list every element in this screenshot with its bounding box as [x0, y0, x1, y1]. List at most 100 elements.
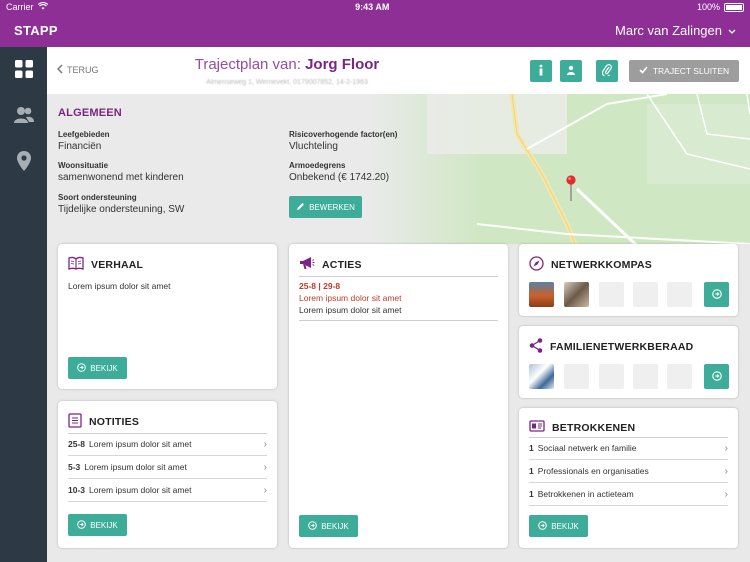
client-name: Jorg Floor	[305, 56, 380, 73]
note-row[interactable]: 10-3 Lorem ipsum dolor sit amet ›	[68, 479, 267, 502]
chevron-down-icon	[728, 23, 736, 38]
field-risicofactoren: Risicoverhogende factor(en) Vluchteling	[289, 130, 397, 152]
note-row-text: 5-3 Lorem ipsum dolor sit amet	[68, 462, 187, 472]
field-label: Soort ondersteuning	[58, 193, 137, 202]
field-label: Woonsituatie	[58, 161, 109, 170]
note-row-text: 10-3 Lorem ipsum dolor sit amet	[68, 485, 192, 495]
note-row[interactable]: 5-3 Lorem ipsum dolor sit amet ›	[68, 456, 267, 479]
user-menu[interactable]: Marc van Zalingen	[615, 23, 736, 38]
chevron-right-icon: ›	[263, 461, 267, 473]
empty-slot	[667, 364, 692, 389]
story-card-header: VERHAAL	[68, 256, 143, 273]
empty-slot	[599, 282, 624, 307]
edit-button[interactable]: BEWERKEN	[289, 196, 362, 218]
user-name: Marc van Zalingen	[615, 23, 722, 38]
note-date: 25-8	[68, 439, 86, 449]
close-trajectory-button[interactable]: TRAJECT SLUITEN	[629, 60, 739, 82]
actions-divider	[299, 320, 498, 321]
field-label: Armoedegrens	[289, 161, 346, 170]
field-woonsituatie: Woonsituatie samenwonend met kinderen	[58, 161, 184, 183]
users-icon	[13, 106, 35, 126]
stakeholders-card: BETROKKENEN 1 Sociaal netwerk en familie …	[519, 408, 738, 548]
pencil-icon	[296, 202, 305, 213]
nav-location[interactable]	[0, 139, 47, 185]
edit-label: BEWERKEN	[309, 202, 355, 212]
network-compass-open-button[interactable]	[704, 282, 729, 307]
note-row[interactable]: 25-8 Lorem ipsum dolor sit amet ›	[68, 433, 267, 456]
empty-slot	[564, 364, 589, 389]
battery-icon	[723, 2, 744, 12]
empty-slot	[667, 282, 692, 307]
arrow-circle-icon	[77, 519, 87, 531]
arrow-circle-icon	[77, 362, 87, 374]
note-date: 5-3	[68, 462, 81, 472]
notes-title: NOTITIES	[89, 416, 140, 428]
attachment-button[interactable]	[596, 60, 618, 82]
stakeholder-group: Sociaal netwerk en familie	[537, 443, 637, 453]
battery-percent: 100%	[696, 2, 720, 12]
notes-card: NOTITIES 25-8 Lorem ipsum dolor sit amet …	[58, 401, 277, 548]
arrow-circle-icon	[308, 520, 318, 532]
info-icon	[536, 64, 546, 78]
actions-view-label: BEKIJK	[321, 521, 349, 531]
nav-people[interactable]	[0, 93, 47, 139]
family-council-card: FAMILIENETWERKBERAAD	[519, 326, 738, 398]
wifi-icon	[37, 2, 48, 12]
client-address: Almenseweg 1, Wernevekt, 0179007852, 14-…	[206, 79, 368, 86]
id-card-icon	[529, 420, 545, 435]
family-council-header: FAMILIENETWERKBERAAD	[529, 338, 693, 356]
empty-slot	[633, 364, 658, 389]
stakeholders-view-button[interactable]: BEKIJK	[529, 515, 588, 537]
photo-thumbnail[interactable]	[564, 282, 589, 307]
action-item-overdue[interactable]: Lorem ipsum dolor sit amet	[299, 293, 402, 303]
story-view-label: BEKIJK	[90, 363, 118, 373]
top-bar: Carrier 9:43 AM 100% STAPP Marc van Zali…	[0, 0, 750, 47]
field-leefgebieden: Leefgebieden Financiën	[58, 130, 110, 152]
side-nav	[0, 47, 47, 562]
field-value: Vluchteling	[289, 141, 338, 152]
network-compass-header: NETWERKKOMPAS	[529, 256, 652, 274]
photo-thumbnail[interactable]	[529, 282, 554, 307]
field-label: Risicoverhogende factor(en)	[289, 130, 398, 139]
stakeholder-row[interactable]: 1 Professionals en organisaties ›	[529, 460, 728, 483]
story-view-button[interactable]: BEKIJK	[68, 357, 127, 379]
info-button[interactable]	[530, 60, 552, 82]
action-date-range: 25-8 | 29-8	[299, 281, 341, 291]
actions-title: ACTIES	[322, 258, 362, 271]
stakeholder-count: 1	[529, 489, 534, 499]
compass-icon	[529, 256, 544, 274]
arrow-circle-icon	[538, 520, 548, 532]
arrow-circle-icon	[711, 370, 722, 383]
action-item[interactable]: Lorem ipsum dolor sit amet	[299, 305, 402, 315]
stakeholder-row[interactable]: 1 Sociaal netwerk en familie ›	[529, 437, 728, 460]
carrier-label: Carrier	[6, 2, 34, 12]
notes-view-button[interactable]: BEKIJK	[68, 514, 127, 536]
field-soort-ondersteuning: Soort ondersteuning Tijdelijke ondersteu…	[58, 193, 184, 215]
note-text: Lorem ipsum dolor sit amet	[84, 462, 187, 472]
book-icon	[68, 256, 84, 273]
stakeholder-row-text: 1 Betrokkenen in actieteam	[529, 489, 634, 499]
empty-slot	[633, 282, 658, 307]
general-title: ALGEMEEN	[58, 107, 122, 119]
field-armoedegrens: Armoedegrens Onbekend (€ 1742.20)	[289, 161, 389, 183]
chevron-right-icon: ›	[263, 438, 267, 450]
map-pin-icon	[16, 151, 31, 173]
actions-view-button[interactable]: BEKIJK	[299, 515, 358, 537]
story-card: VERHAAL Lorem ipsum dolor sit amet BEKIJ…	[58, 244, 277, 389]
empty-slot	[599, 364, 624, 389]
chevron-right-icon: ›	[724, 442, 728, 454]
note-text: Lorem ipsum dolor sit amet	[89, 485, 192, 495]
title-prefix: Trajectplan van:	[194, 56, 301, 73]
person-button[interactable]	[560, 60, 582, 82]
notes-card-header: NOTITIES	[68, 413, 139, 431]
photo-thumbnail[interactable]	[529, 364, 554, 389]
page-title: Trajectplan van: Jorg Floor	[47, 56, 527, 73]
general-info-section: ALGEMEEN Leefgebieden Financiën Woonsitu…	[47, 94, 750, 244]
stakeholder-row[interactable]: 1 Betrokkenen in actieteam ›	[529, 483, 728, 506]
stakeholders-header: BETROKKENEN	[529, 420, 635, 435]
field-value: Tijdelijke ondersteuning, SW	[58, 204, 185, 215]
nav-dashboard[interactable]	[0, 47, 47, 93]
family-council-open-button[interactable]	[704, 364, 729, 389]
stakeholder-count: 1	[529, 443, 534, 453]
stakeholder-group: Betrokkenen in actieteam	[537, 489, 634, 499]
